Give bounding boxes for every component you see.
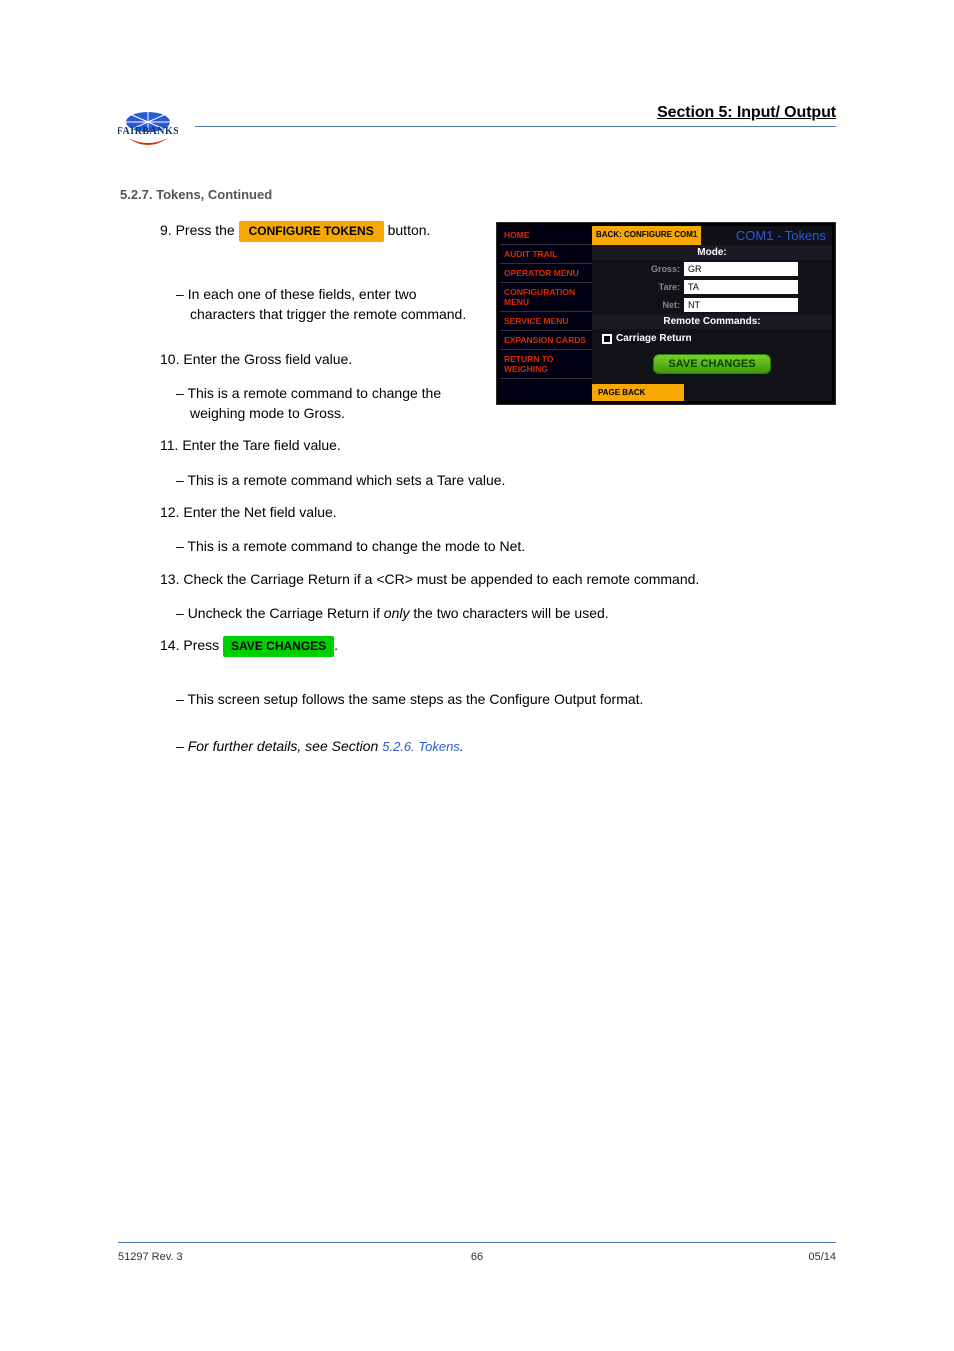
ss-gross-input[interactable]: GR (684, 262, 798, 276)
header-rule (195, 126, 836, 127)
ss-side-operator-menu[interactable]: OPERATOR MENU (500, 264, 592, 283)
ss-save-changes-button[interactable]: SAVE CHANGES (653, 354, 770, 374)
step-14-suffix: . (334, 637, 338, 653)
ss-mode-label: Mode: (592, 245, 832, 260)
dash-7: – For further details, see Section 5.2.6… (190, 736, 825, 757)
dash-1: – In each one of these fields, enter two… (190, 284, 470, 325)
ss-side-configuration-menu[interactable]: CONFIGURATION MENU (500, 283, 592, 312)
ss-side-service-menu[interactable]: SERVICE MENU (500, 312, 592, 331)
step-14-prefix: 14. Press (160, 637, 219, 653)
ss-net-input[interactable]: NT (684, 298, 798, 312)
section-link[interactable]: 5.2.6. Tokens (382, 738, 460, 753)
step-13: 13. Check the Carriage Return if a <CR> … (160, 569, 825, 589)
step-14: 14. Press SAVE CHANGES. (160, 635, 825, 657)
step-9-prefix: 9. Press the (160, 222, 235, 238)
step-11: 11. Enter the Tare field value. (160, 435, 825, 455)
step-9-suffix: button. (388, 222, 431, 238)
ss-net-label: Net: (596, 298, 684, 312)
save-changes-button-ref: SAVE CHANGES (223, 636, 334, 657)
section-title: Section 5: Input/ Output (657, 104, 836, 122)
ss-back-configure-com1-button[interactable]: BACK: CONFIGURE COM1 (592, 226, 701, 245)
footer-date: 05/14 (808, 1251, 836, 1263)
dash-6: – This screen setup follows the same ste… (190, 689, 825, 709)
ss-title: COM1 - Tokens (701, 226, 832, 245)
com1-tokens-screenshot: HOME AUDIT TRAIL OPERATOR MENU CONFIGURA… (496, 222, 836, 405)
ss-gross-label: Gross: (596, 262, 684, 276)
ss-side-audit-trail[interactable]: AUDIT TRAIL (500, 245, 592, 264)
ss-side-return-weighing[interactable]: RETURN TO WEIGHING (500, 350, 592, 379)
ss-remote-commands-label: Remote Commands: (592, 314, 832, 329)
ss-side-expansion-cards[interactable]: EXPANSION CARDS (500, 331, 592, 350)
dash-4: – This is a remote command to change the… (190, 536, 825, 556)
fairbanks-logo: FAIRBANKS (118, 108, 178, 153)
ss-tare-input[interactable]: TA (684, 280, 798, 294)
ss-carriage-return-label: Carriage Return (616, 333, 692, 344)
ss-side-home[interactable]: HOME (500, 226, 592, 245)
svg-text:FAIRBANKS: FAIRBANKS (118, 126, 178, 137)
ss-page-back-button[interactable]: PAGE BACK (592, 384, 684, 401)
dash-5: – Uncheck the Carriage Return if only th… (190, 603, 825, 623)
footer-rule (118, 1242, 836, 1243)
ss-tare-label: Tare: (596, 280, 684, 294)
ss-sidebar: HOME AUDIT TRAIL OPERATOR MENU CONFIGURA… (500, 226, 592, 401)
dash-2: – This is a remote command to change the… (190, 383, 470, 424)
configure-tokens-button-ref: CONFIGURE TOKENS (239, 221, 384, 242)
dash-3: – This is a remote command which sets a … (190, 470, 825, 490)
step-12: 12. Enter the Net field value. (160, 502, 825, 522)
ss-carriage-return-checkbox[interactable] (602, 334, 612, 344)
subsection-heading: 5.2.7. Tokens, Continued (120, 187, 272, 202)
